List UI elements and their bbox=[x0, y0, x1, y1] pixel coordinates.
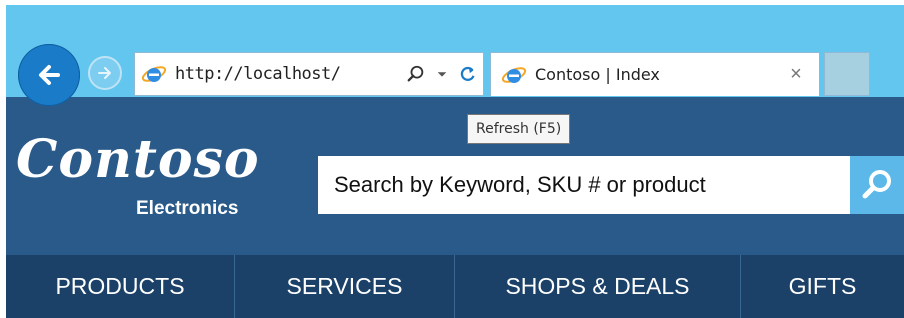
logo-subtitle: Electronics bbox=[136, 198, 239, 219]
ie-logo-icon bbox=[501, 66, 527, 83]
new-tab-button[interactable] bbox=[824, 52, 870, 96]
ie-logo-icon bbox=[141, 66, 167, 82]
address-url[interactable]: http://localhost/ bbox=[175, 64, 405, 84]
search-button[interactable] bbox=[850, 156, 904, 214]
back-arrow-icon bbox=[39, 65, 60, 85]
search-icon bbox=[862, 170, 891, 199]
close-icon[interactable]: × bbox=[781, 60, 811, 90]
nav-item-gifts[interactable]: GIFTS bbox=[741, 255, 904, 318]
main-nav: PRODUCTS SERVICES SHOPS & DEALS GIFTS bbox=[6, 255, 904, 318]
search-input[interactable] bbox=[318, 156, 850, 214]
refresh-icon[interactable] bbox=[457, 63, 479, 85]
nav-item-products[interactable]: PRODUCTS bbox=[6, 255, 235, 318]
nav-item-services[interactable]: SERVICES bbox=[235, 255, 455, 318]
dropdown-icon[interactable] bbox=[431, 63, 453, 85]
contoso-logo[interactable]: Contoso Electronics bbox=[16, 130, 266, 225]
refresh-tooltip: Refresh (F5) bbox=[467, 114, 571, 144]
forward-arrow-icon bbox=[98, 67, 111, 79]
forward-button[interactable] bbox=[88, 56, 122, 90]
tab-title: Contoso | Index bbox=[535, 65, 660, 84]
back-button[interactable] bbox=[18, 44, 80, 106]
address-bar[interactable]: http://localhost/ bbox=[134, 52, 484, 96]
nav-item-shops-deals[interactable]: SHOPS & DEALS bbox=[455, 255, 741, 318]
tab-contoso-index[interactable]: Contoso | Index × bbox=[490, 52, 820, 96]
logo-wordmark: Contoso bbox=[16, 129, 260, 190]
search-icon[interactable] bbox=[405, 63, 427, 85]
